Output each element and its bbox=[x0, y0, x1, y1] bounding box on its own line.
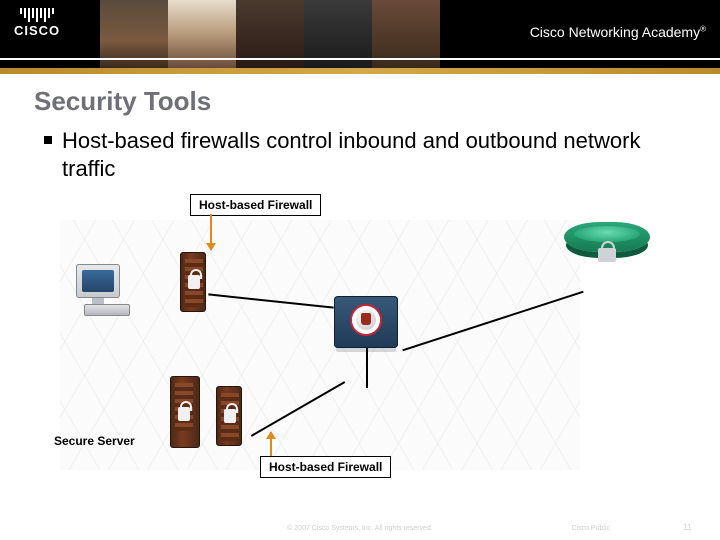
copyright-text: © 2007 Cisco Systems, Inc. All rights re… bbox=[287, 525, 433, 532]
router-icon bbox=[564, 214, 650, 258]
accent-bar bbox=[0, 68, 720, 74]
bullet-item: Host-based firewalls control inbound and… bbox=[44, 127, 670, 182]
cisco-logo: CISCO bbox=[14, 8, 60, 38]
firewall-appliance-icon bbox=[334, 296, 398, 348]
workstation-icon bbox=[76, 264, 138, 320]
lock-icon bbox=[178, 407, 190, 421]
page-number: 11 bbox=[683, 522, 692, 532]
shield-icon bbox=[352, 306, 380, 334]
secure-server-icon bbox=[170, 376, 200, 448]
classification-text: Cisco Public bbox=[571, 525, 610, 532]
bullet-icon bbox=[44, 136, 52, 144]
trademark: ® bbox=[700, 24, 706, 33]
label-host-firewall-bottom: Host-based Firewall bbox=[260, 456, 391, 478]
arrow-icon bbox=[210, 214, 212, 250]
slide-header: CISCO Cisco Networking Academy® bbox=[0, 0, 720, 68]
network-diagram: Host-based Firewall Secure Server Host-b… bbox=[60, 200, 660, 490]
slide-footer: © 2007 Cisco Systems, Inc. All rights re… bbox=[0, 525, 720, 532]
network-link bbox=[366, 348, 368, 388]
header-rule bbox=[0, 58, 720, 60]
bullet-text: Host-based firewalls control inbound and… bbox=[62, 127, 670, 182]
lock-icon bbox=[598, 248, 616, 262]
lock-icon bbox=[224, 409, 236, 423]
label-host-firewall-top: Host-based Firewall bbox=[190, 194, 321, 216]
slide-title: Security Tools bbox=[34, 86, 720, 117]
iso-grid-floor bbox=[60, 220, 580, 470]
host-firewall-tower-icon bbox=[180, 252, 206, 312]
academy-text: Cisco Networking Academy bbox=[530, 24, 700, 40]
cisco-wordmark: CISCO bbox=[14, 23, 60, 38]
academy-label: Cisco Networking Academy® bbox=[530, 24, 706, 40]
cisco-bars-icon bbox=[14, 8, 60, 22]
label-secure-server: Secure Server bbox=[54, 434, 135, 448]
lock-icon bbox=[188, 275, 200, 289]
arrow-icon bbox=[270, 432, 272, 456]
host-firewall-tower-icon bbox=[216, 386, 242, 446]
